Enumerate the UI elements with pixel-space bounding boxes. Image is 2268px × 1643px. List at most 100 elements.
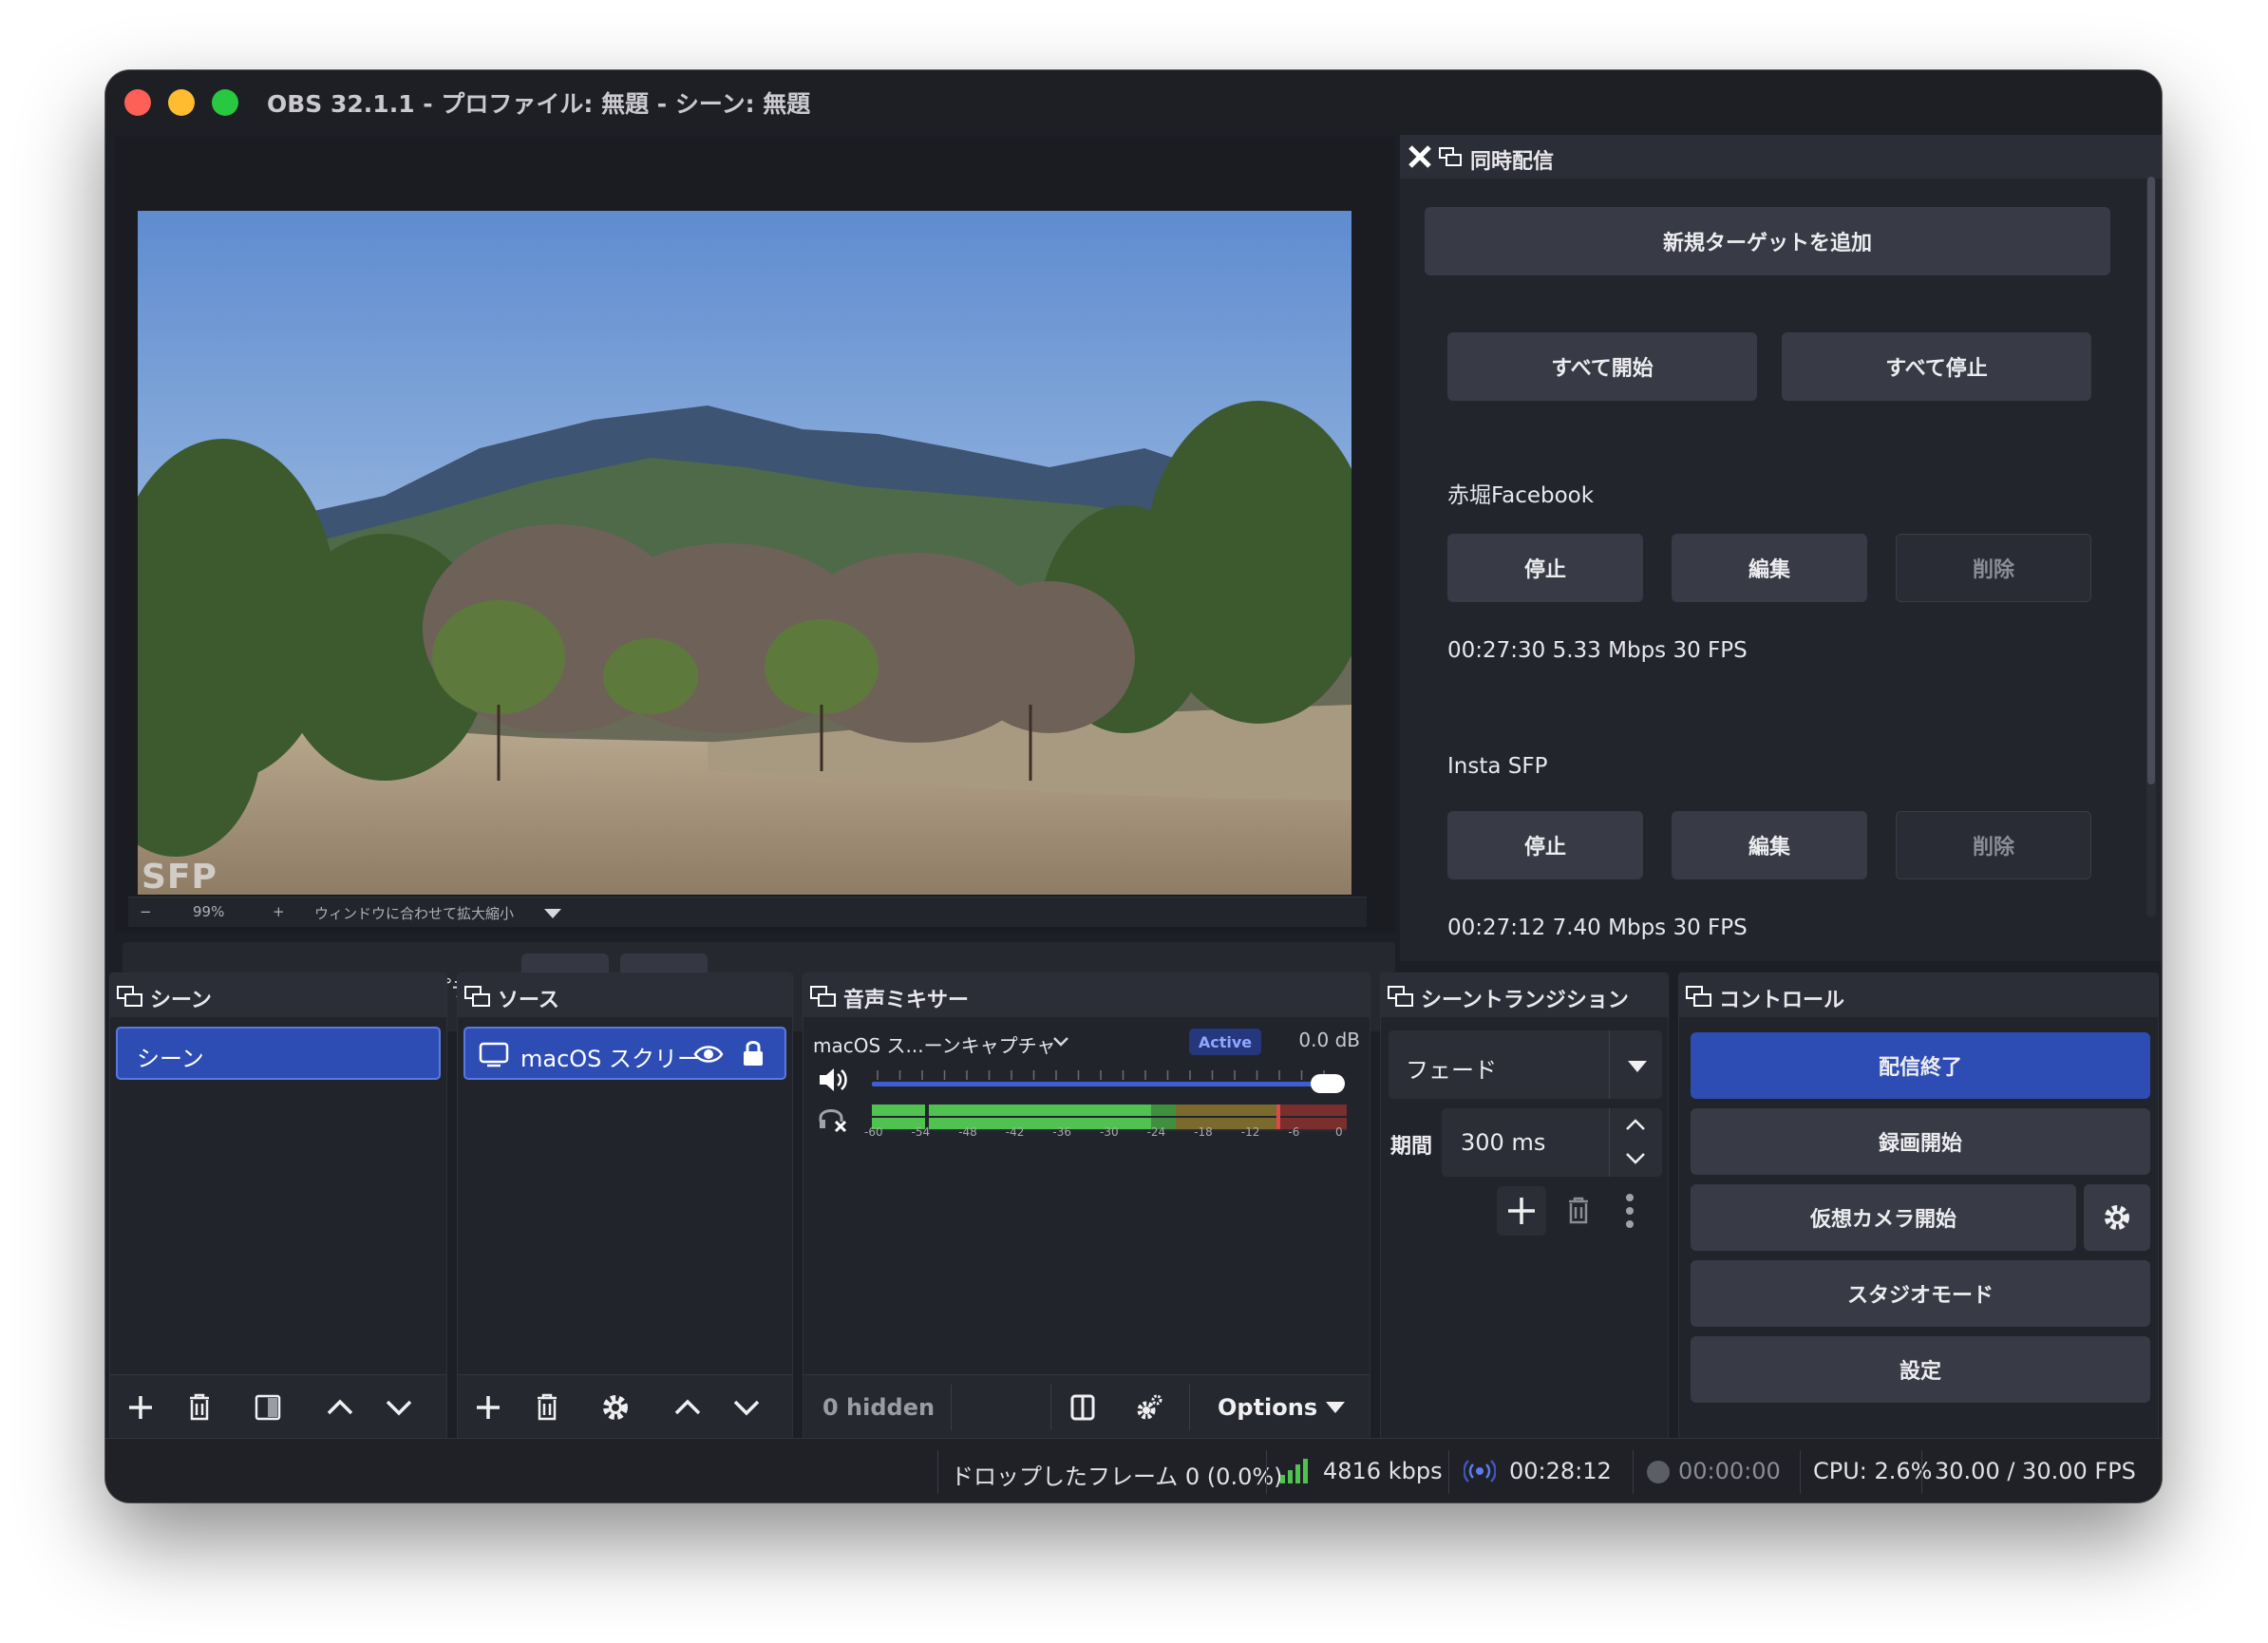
- close-dock-icon[interactable]: [1408, 144, 1432, 169]
- monitor-off-headphones-icon[interactable]: [817, 1103, 851, 1133]
- delete-transition-icon[interactable]: [1556, 1188, 1601, 1234]
- bitrate: 4816 kbps: [1323, 1458, 1443, 1484]
- zoom-out-button[interactable]: −: [140, 903, 152, 920]
- settings-button[interactable]: 設定: [1691, 1336, 2150, 1403]
- divider: [1921, 1450, 1922, 1494]
- mixer-channel-name[interactable]: macOS ス...ーンキャプチャ: [813, 1030, 1055, 1058]
- cpu-usage: CPU: 2.6%: [1813, 1458, 1933, 1484]
- duration-value: 300 ms: [1461, 1129, 1546, 1156]
- multistream-dock-title: 同時配信: [1400, 135, 2162, 179]
- title-bar: OBS 32.1.1 - プロファイル: 無題 - シーン: 無題: [105, 70, 2162, 135]
- visibility-eye-icon[interactable]: [693, 1042, 724, 1067]
- lock-icon[interactable]: [741, 1038, 765, 1068]
- close-window-button[interactable]: [124, 89, 151, 116]
- float-dock-icon[interactable]: [1438, 146, 1463, 167]
- volume-slider-knob[interactable]: [1311, 1074, 1345, 1093]
- divider: [1633, 1450, 1634, 1494]
- target-delete-button[interactable]: 削除: [1896, 811, 2091, 879]
- scrollbar-thumb[interactable]: [2147, 177, 2155, 784]
- add-target-button[interactable]: 新規ターゲットを追加: [1425, 207, 2110, 275]
- multistream-dock: 同時配信 新規ターゲットを追加 すべて開始 すべて停止 赤堀Facebook 停…: [1400, 135, 2162, 961]
- sources-dock-title: ソース: [458, 973, 792, 1017]
- move-scene-down-icon[interactable]: [376, 1385, 422, 1430]
- zoom-level: 99%: [193, 903, 225, 920]
- float-dock-icon[interactable]: [463, 985, 492, 1008]
- move-scene-up-icon[interactable]: [317, 1385, 363, 1430]
- duration-spinbox[interactable]: 300 ms: [1442, 1108, 1662, 1177]
- divider: [1609, 1108, 1610, 1177]
- meter-tick-label: -30: [1100, 1125, 1119, 1139]
- scene-filters-icon[interactable]: [245, 1385, 291, 1430]
- target-stats: 00:27:30 5.33 Mbps 30 FPS: [1447, 638, 1748, 663]
- float-dock-icon[interactable]: [1685, 985, 1713, 1008]
- sources-toolbar: [458, 1374, 792, 1439]
- move-source-down-icon[interactable]: [724, 1385, 769, 1430]
- zoom-bar: − 99% + ウィンドウに合わせて拡大縮小: [128, 897, 1367, 927]
- scenes-dock: シーン シーン: [109, 973, 447, 1440]
- more-options-icon[interactable]: [1620, 1190, 1639, 1232]
- fullscreen-window-button[interactable]: [212, 89, 238, 116]
- target-stop-button[interactable]: 停止: [1447, 534, 1643, 602]
- fps-readout: 30.00 / 30.00 FPS: [1935, 1458, 2136, 1484]
- meter-tick-label: -42: [1005, 1125, 1025, 1139]
- speaker-icon[interactable]: [817, 1065, 851, 1095]
- divider: [1448, 1450, 1449, 1494]
- controls-dock-title: コントロール: [1679, 973, 2158, 1017]
- delete-scene-icon[interactable]: [177, 1385, 222, 1430]
- dropdown-arrow-icon[interactable]: [1326, 1402, 1345, 1413]
- virtual-camera-settings-button[interactable]: [2084, 1184, 2150, 1251]
- add-scene-icon[interactable]: [118, 1385, 163, 1430]
- mixer-layout-icon[interactable]: [1060, 1385, 1106, 1430]
- target-edit-button[interactable]: 編集: [1672, 534, 1867, 602]
- add-transition-icon[interactable]: [1497, 1186, 1546, 1236]
- start-recording-button[interactable]: 録画開始: [1691, 1108, 2150, 1175]
- source-list-item[interactable]: macOS スクリー: [463, 1027, 786, 1080]
- meter-tick-label: -24: [1146, 1125, 1166, 1139]
- move-source-up-icon[interactable]: [665, 1385, 710, 1430]
- studio-mode-button[interactable]: スタジオモード: [1691, 1260, 2150, 1327]
- chevron-down-icon[interactable]: [1624, 1150, 1647, 1167]
- hidden-count[interactable]: 0 hidden: [822, 1394, 935, 1421]
- scene-transitions-title: シーントランジション: [1421, 989, 1629, 1012]
- chevron-up-icon[interactable]: [1624, 1116, 1647, 1133]
- minimize-window-button[interactable]: [168, 89, 195, 116]
- target-name: 赤堀Facebook: [1447, 483, 1595, 508]
- scene-transitions-dock-title: シーントランジション: [1381, 973, 1668, 1017]
- preview-canvas[interactable]: SFP: [138, 211, 1351, 895]
- transition-select[interactable]: フェード: [1389, 1030, 1662, 1099]
- zoom-in-button[interactable]: +: [273, 903, 285, 920]
- divider: [937, 1450, 938, 1494]
- multistream-scrollbar[interactable]: [2146, 177, 2156, 917]
- audio-mixer-title: 音声ミキサー: [843, 989, 970, 1012]
- target-stats: 00:27:12 7.40 Mbps 30 FPS: [1447, 916, 1748, 940]
- target-stop-button[interactable]: 停止: [1447, 811, 1643, 879]
- float-dock-icon[interactable]: [809, 985, 838, 1008]
- sources-title: ソース: [498, 989, 559, 1012]
- target-name: Insta SFP: [1447, 754, 1548, 779]
- controls-title: コントロール: [1719, 989, 1845, 1012]
- add-source-icon[interactable]: [465, 1385, 511, 1430]
- transition-selected: フェード: [1406, 1057, 1497, 1084]
- target-edit-button[interactable]: 編集: [1672, 811, 1867, 879]
- mixer-options-button[interactable]: Options: [1218, 1394, 1317, 1421]
- connection-strength-icon: [1280, 1459, 1308, 1483]
- target-delete-button[interactable]: 削除: [1896, 534, 2091, 602]
- float-dock-icon[interactable]: [1387, 985, 1415, 1008]
- meter-tick-label: -54: [911, 1125, 931, 1139]
- source-label: macOS スクリー: [520, 1046, 701, 1072]
- advanced-audio-settings-icon[interactable]: [1126, 1385, 1172, 1430]
- meter-tick-label: -6: [1288, 1125, 1300, 1139]
- start-virtual-camera-button[interactable]: 仮想カメラ開始: [1691, 1184, 2076, 1251]
- chevron-down-icon[interactable]: [1052, 1036, 1069, 1048]
- stop-all-button[interactable]: すべて停止: [1782, 332, 2091, 401]
- zoom-dropdown-icon[interactable]: [544, 909, 561, 918]
- audio-mixer-dock: 音声ミキサー macOS ス...ーンキャプチャ Active 0.0 dB -…: [803, 973, 1370, 1440]
- meter-tick-label: -60: [864, 1125, 883, 1139]
- scene-list-item[interactable]: シーン: [116, 1027, 441, 1080]
- zoom-fit-label[interactable]: ウィンドウに合わせて拡大縮小: [314, 903, 514, 923]
- delete-source-icon[interactable]: [524, 1385, 570, 1430]
- start-all-button[interactable]: すべて開始: [1447, 332, 1757, 401]
- stop-streaming-button[interactable]: 配信終了: [1691, 1032, 2150, 1099]
- float-dock-icon[interactable]: [116, 985, 144, 1008]
- source-properties-icon[interactable]: [593, 1385, 638, 1430]
